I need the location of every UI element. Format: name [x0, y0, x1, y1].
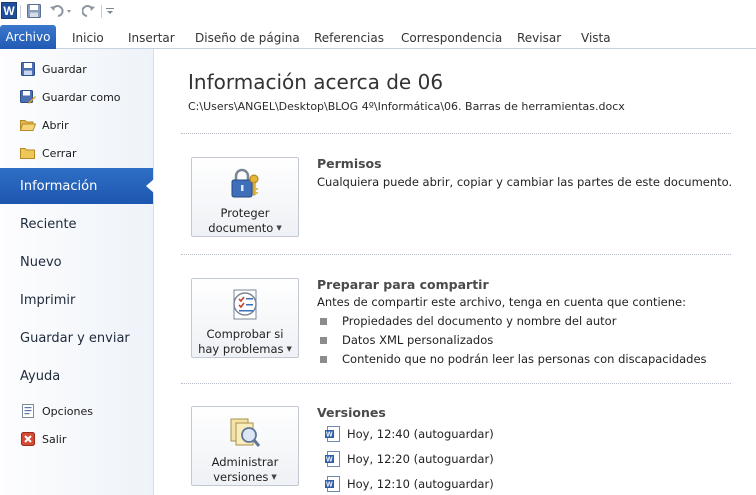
- prepare-desc: Antes de compartir este archivo, tenga e…: [317, 295, 686, 309]
- svg-text:W: W: [326, 482, 333, 489]
- exit-icon: [20, 431, 36, 447]
- nav-tab-reciente[interactable]: Reciente: [0, 206, 153, 242]
- chevron-down-icon: ▼: [286, 345, 292, 353]
- prepare-title: Preparar para compartir: [317, 277, 489, 292]
- list-item: Datos XML personalizados: [320, 333, 493, 347]
- nav-cerrar-label: Cerrar: [42, 146, 77, 160]
- quick-access-toolbar: W: [0, 0, 756, 24]
- protect-document-button[interactable]: Proteger documento ▼: [191, 157, 299, 237]
- permissions-desc: Cualquiera puede abrir, copiar y cambiar…: [317, 175, 733, 189]
- list-item: Propiedades del documento y nombre del a…: [320, 314, 616, 328]
- save-icon[interactable]: [25, 2, 43, 20]
- word-document-icon: W: [325, 451, 340, 467]
- open-folder-icon: [20, 117, 36, 133]
- nav-abrir[interactable]: Abrir: [0, 112, 153, 138]
- tab-referencias[interactable]: Referencias: [314, 28, 384, 49]
- svg-text:W: W: [326, 432, 333, 439]
- lock-keys-icon: [227, 166, 263, 202]
- versions-title: Versiones: [317, 405, 386, 420]
- nav-opciones[interactable]: Opciones: [0, 398, 153, 424]
- close-folder-icon: [20, 145, 36, 161]
- qat-separator: [101, 5, 102, 18]
- tab-revisar[interactable]: Revisar: [517, 28, 561, 49]
- version-item[interactable]: W Hoy, 12:40 (autoguardar): [325, 426, 494, 442]
- bullet-icon: [320, 336, 327, 344]
- info-panel: Información acerca de 06 C:\Users\ANGEL\…: [155, 49, 756, 495]
- qat-separator: [20, 5, 21, 18]
- word-document-icon: W: [325, 476, 340, 492]
- manage-versions-label: Administrar versiones ▼: [211, 455, 279, 484]
- document-path: C:\Users\ANGEL\Desktop\BLOG 4º\Informáti…: [188, 100, 625, 113]
- checklist-icon: [227, 287, 263, 323]
- list-item: Contenido que no podrán leer las persona…: [320, 352, 707, 366]
- bullet-icon: [320, 317, 327, 325]
- version-label: Hoy, 12:10 (autoguardar): [347, 477, 494, 491]
- nav-tab-informacion[interactable]: Información: [0, 168, 154, 204]
- tab-inicio[interactable]: Inicio: [72, 28, 104, 49]
- chevron-down-icon: ▼: [276, 224, 282, 232]
- tab-vista[interactable]: Vista: [581, 28, 611, 49]
- manage-versions-button[interactable]: Administrar versiones ▼: [191, 406, 299, 486]
- nav-abrir-label: Abrir: [42, 118, 69, 132]
- nav-cerrar[interactable]: Cerrar: [0, 140, 153, 166]
- divider: [181, 383, 731, 384]
- options-icon: [20, 403, 36, 419]
- word-app-icon[interactable]: W: [1, 2, 17, 19]
- ribbon-tabs: Archivo Inicio Insertar Diseño de página…: [0, 24, 756, 49]
- tab-insertar[interactable]: Insertar: [128, 28, 175, 49]
- nav-guardar-como[interactable]: Guardar como: [0, 84, 153, 110]
- nav-guardar[interactable]: Guardar: [0, 56, 153, 82]
- protect-document-label: Proteger documento ▼: [208, 206, 282, 235]
- nav-tab-ayuda[interactable]: Ayuda: [0, 358, 153, 394]
- versions-icon: [227, 415, 263, 451]
- nav-salir[interactable]: Salir: [0, 426, 153, 452]
- nav-tab-imprimir[interactable]: Imprimir: [0, 282, 153, 318]
- nav-opciones-label: Opciones: [42, 404, 93, 418]
- check-issues-button[interactable]: Comprobar si hay problemas ▼: [191, 278, 299, 358]
- nav-tab-guardar-enviar[interactable]: Guardar y enviar: [0, 320, 153, 356]
- nav-salir-label: Salir: [42, 432, 67, 446]
- version-label: Hoy, 12:40 (autoguardar): [347, 427, 494, 441]
- redo-icon[interactable]: [80, 2, 98, 20]
- tab-archivo[interactable]: Archivo: [0, 25, 56, 49]
- tab-diseno-pagina[interactable]: Diseño de página: [195, 28, 300, 49]
- save-as-icon: [20, 89, 36, 105]
- version-item[interactable]: W Hoy, 12:10 (autoguardar): [325, 476, 494, 492]
- check-issues-label: Comprobar si hay problemas ▼: [198, 327, 292, 356]
- chevron-down-icon: ▼: [271, 473, 277, 481]
- bullet-icon: [320, 355, 327, 363]
- undo-icon[interactable]: [48, 2, 74, 20]
- backstage-nav: Guardar Guardar como Abrir Cerrar Inform…: [0, 49, 154, 495]
- customize-qat-icon[interactable]: [104, 2, 116, 20]
- tab-correspondencia[interactable]: Correspondencia: [401, 28, 502, 49]
- page-title: Información acerca de 06: [188, 70, 444, 94]
- save-icon: [20, 61, 36, 77]
- nav-tab-nuevo[interactable]: Nuevo: [0, 244, 153, 280]
- version-label: Hoy, 12:20 (autoguardar): [347, 452, 494, 466]
- svg-text:W: W: [326, 457, 333, 464]
- divider: [181, 254, 731, 255]
- word-document-icon: W: [325, 426, 340, 442]
- permissions-title: Permisos: [317, 156, 382, 171]
- nav-guardar-como-label: Guardar como: [42, 90, 121, 104]
- nav-guardar-label: Guardar: [42, 62, 87, 76]
- version-item[interactable]: W Hoy, 12:20 (autoguardar): [325, 451, 494, 467]
- divider: [181, 133, 731, 134]
